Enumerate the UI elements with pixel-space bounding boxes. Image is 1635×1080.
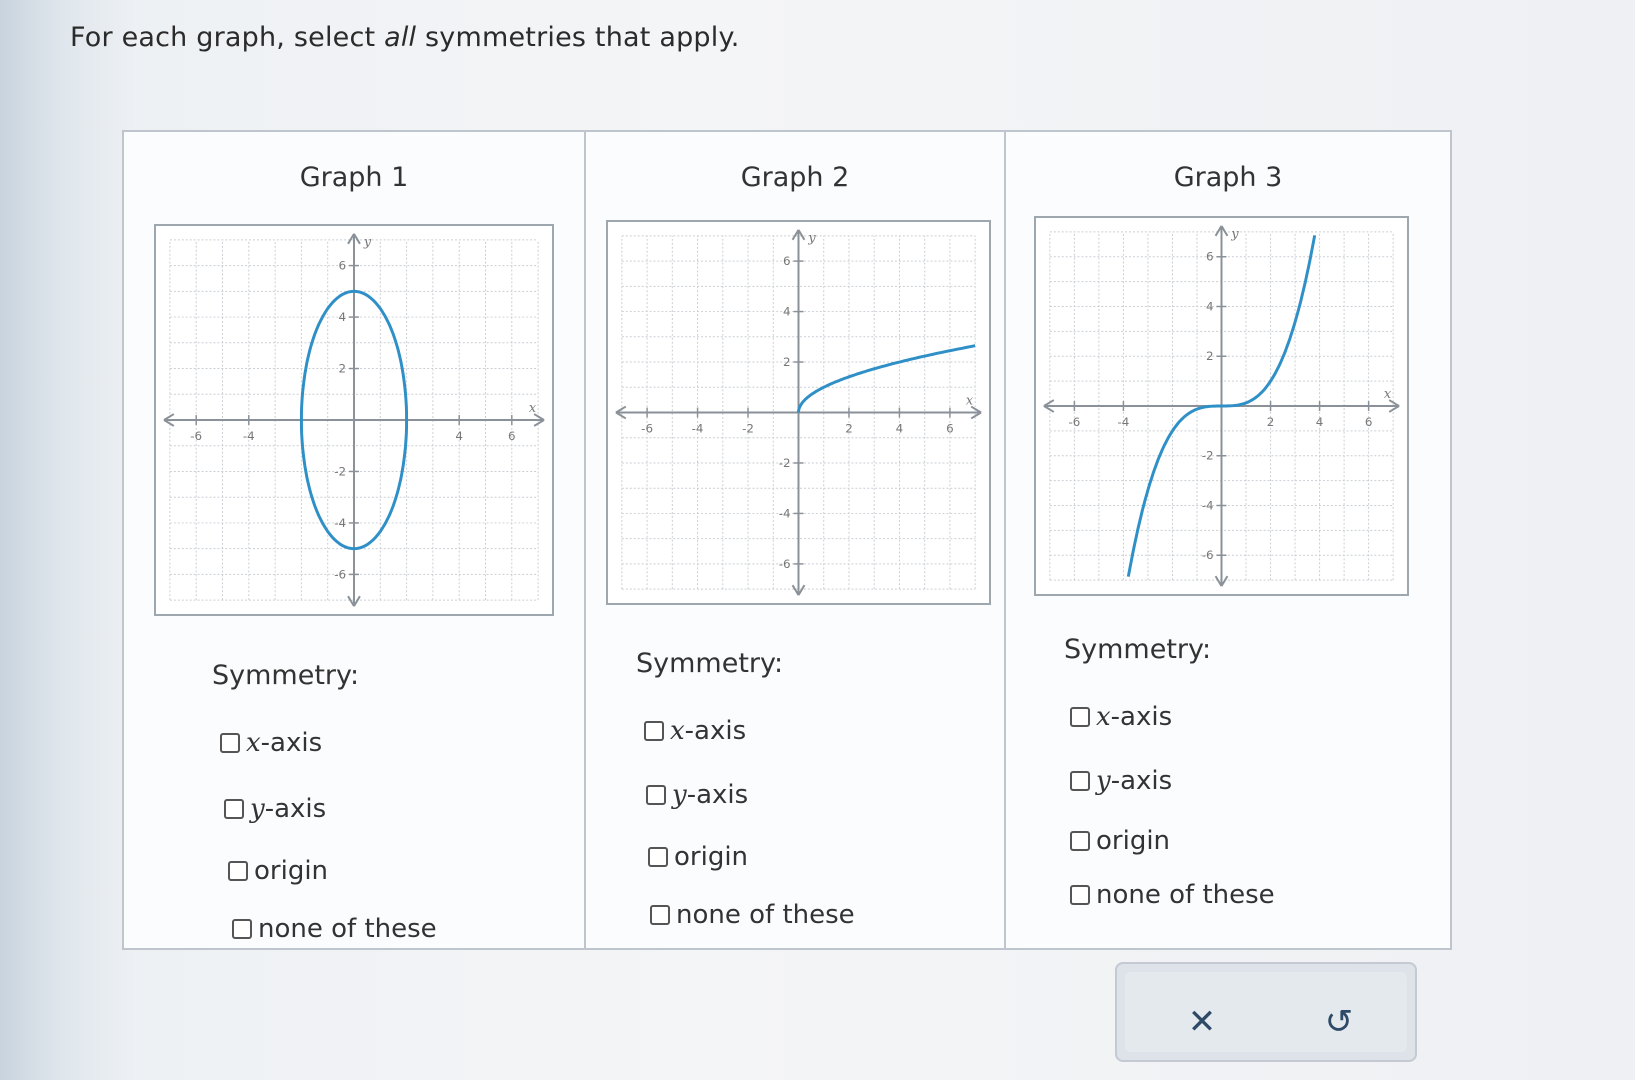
graph-1-x-axis-option[interactable]: x -axis bbox=[220, 728, 322, 758]
graph-1-column: Graph 1 -6 -4 4 6 6 4 2 -2 -4 -6 x y Symmetry: x -ax… bbox=[124, 132, 584, 948]
graph-2-symmetry-label: Symmetry: bbox=[636, 648, 784, 679]
graph-2-none-checkbox[interactable] bbox=[650, 905, 670, 925]
x-tick-label: 2 bbox=[845, 421, 853, 435]
y-tick-label: -4 bbox=[779, 506, 791, 520]
undo-button[interactable]: ↺ bbox=[1317, 1000, 1361, 1044]
y-tick-label: 6 bbox=[1206, 250, 1214, 264]
y-tick-label: 4 bbox=[339, 310, 347, 324]
graph-2-origin-option[interactable]: origin bbox=[648, 842, 748, 872]
y-axis-label: y bbox=[363, 235, 372, 250]
y-axis-label: y bbox=[1230, 227, 1239, 242]
graph-1-title: Graph 1 bbox=[299, 162, 409, 193]
x-axis-label: x bbox=[1384, 387, 1392, 402]
graph-3-y-axis-option[interactable]: y -axis bbox=[1070, 766, 1172, 796]
x-tick-label: 4 bbox=[896, 421, 904, 435]
y-tick-label: -4 bbox=[1202, 498, 1214, 512]
x-axis-label: x bbox=[966, 394, 974, 409]
x-tick-label: 4 bbox=[1316, 415, 1324, 429]
graph-2-y-axis-checkbox[interactable] bbox=[646, 785, 666, 805]
graph-2-x-axis-option[interactable]: x -axis bbox=[644, 716, 746, 746]
graph-2-plot: -6 -4 -2 2 4 6 6 4 2 -2 -4 -6 x y bbox=[606, 220, 991, 605]
graph-1-y-axis-checkbox[interactable] bbox=[224, 799, 244, 819]
graph-3-none-checkbox[interactable] bbox=[1070, 885, 1090, 905]
graph-2-origin-checkbox[interactable] bbox=[648, 847, 668, 867]
y-tick-label: 2 bbox=[783, 355, 791, 369]
answer-actions-inner: ✕ ↺ bbox=[1125, 972, 1407, 1052]
x-tick-label: -2 bbox=[742, 421, 754, 435]
x-tick-label: -6 bbox=[641, 421, 653, 435]
graph-2-column: Graph 2 -6 -4 -2 2 4 6 6 4 2 -2 -4 -6 x y Symmetry: x… bbox=[584, 132, 1004, 948]
clear-button[interactable]: ✕ bbox=[1180, 1000, 1224, 1044]
instructions-text: For each graph, select all symmetries th… bbox=[70, 22, 740, 53]
close-icon: ✕ bbox=[1187, 1002, 1217, 1042]
x-tick-label: 6 bbox=[508, 429, 516, 443]
graph-2-x-axis-checkbox[interactable] bbox=[644, 721, 664, 741]
y-tick-label: -6 bbox=[1202, 548, 1214, 562]
x-tick-label: 6 bbox=[1365, 415, 1373, 429]
y-tick-label: 4 bbox=[1206, 299, 1214, 313]
graph-3-title: Graph 3 bbox=[1173, 162, 1283, 193]
x-tick-label: 2 bbox=[1267, 415, 1275, 429]
graph-1-plot: -6 -4 4 6 6 4 2 -2 -4 -6 x y bbox=[154, 224, 554, 616]
graph-3-svg: -6 -4 2 4 6 6 4 2 -2 -4 -6 x y bbox=[1043, 225, 1400, 587]
graph-3-y-axis-checkbox[interactable] bbox=[1070, 771, 1090, 791]
graph-2-svg: -6 -4 -2 2 4 6 6 4 2 -2 -4 -6 x y bbox=[615, 229, 982, 596]
y-axis-label: y bbox=[807, 231, 816, 246]
undo-icon: ↺ bbox=[1324, 1002, 1354, 1042]
y-tick-label: 2 bbox=[339, 361, 347, 375]
graph-3-none-option[interactable]: none of these bbox=[1070, 880, 1275, 910]
graph-2-y-axis-option[interactable]: y -axis bbox=[646, 780, 748, 810]
graph-3-x-axis-option[interactable]: x -axis bbox=[1070, 702, 1172, 732]
graph-3-x-axis-checkbox[interactable] bbox=[1070, 707, 1090, 727]
y-tick-label: -2 bbox=[779, 456, 791, 470]
graph-3-plot: -6 -4 2 4 6 6 4 2 -2 -4 -6 x y bbox=[1034, 216, 1409, 596]
graph-3-symmetry-label: Symmetry: bbox=[1064, 634, 1212, 665]
graph-3-origin-checkbox[interactable] bbox=[1070, 831, 1090, 851]
y-tick-label: 2 bbox=[1206, 349, 1214, 363]
y-tick-label: 4 bbox=[783, 305, 791, 319]
x-tick-label: -6 bbox=[190, 429, 202, 443]
graph-1-y-axis-option[interactable]: y -axis bbox=[224, 794, 326, 824]
graph-1-origin-option[interactable]: origin bbox=[228, 856, 328, 886]
x-tick-label: -4 bbox=[1118, 415, 1130, 429]
graphs-panel: Graph 1 -6 -4 4 6 6 4 2 -2 -4 -6 x y Symmetry: x -ax… bbox=[122, 130, 1452, 950]
graph-3-origin-option[interactable]: origin bbox=[1070, 826, 1170, 856]
x-tick-label: -4 bbox=[243, 429, 255, 443]
y-tick-label: -6 bbox=[334, 567, 346, 581]
graph-1-none-checkbox[interactable] bbox=[232, 919, 252, 939]
function-curve bbox=[797, 344, 976, 414]
graph-1-none-option[interactable]: none of these bbox=[232, 914, 437, 944]
y-tick-label: 6 bbox=[339, 259, 347, 273]
x-axis-label: x bbox=[529, 401, 537, 416]
graph-1-x-axis-checkbox[interactable] bbox=[220, 733, 240, 753]
y-tick-label: -2 bbox=[1202, 449, 1214, 463]
y-tick-label: -6 bbox=[779, 557, 791, 571]
answer-actions: ✕ ↺ bbox=[1115, 962, 1417, 1062]
x-tick-label: 6 bbox=[946, 421, 954, 435]
x-tick-label: -6 bbox=[1068, 415, 1080, 429]
graph-1-origin-checkbox[interactable] bbox=[228, 861, 248, 881]
x-tick-label: 4 bbox=[455, 429, 463, 443]
y-tick-label: -2 bbox=[334, 464, 346, 478]
graph-1-svg: -6 -4 4 6 6 4 2 -2 -4 -6 x y bbox=[163, 233, 545, 607]
y-tick-label: 6 bbox=[783, 254, 791, 268]
graph-1-symmetry-label: Symmetry: bbox=[212, 660, 360, 691]
graph-3-column: Graph 3 -6 -4 2 4 6 6 4 2 -2 -4 -6 x y Symmetry: x -a… bbox=[1004, 132, 1450, 948]
graph-2-none-option[interactable]: none of these bbox=[650, 900, 855, 930]
x-tick-label: -4 bbox=[692, 421, 704, 435]
y-tick-label: -4 bbox=[334, 516, 346, 530]
graph-2-title: Graph 2 bbox=[740, 162, 850, 193]
